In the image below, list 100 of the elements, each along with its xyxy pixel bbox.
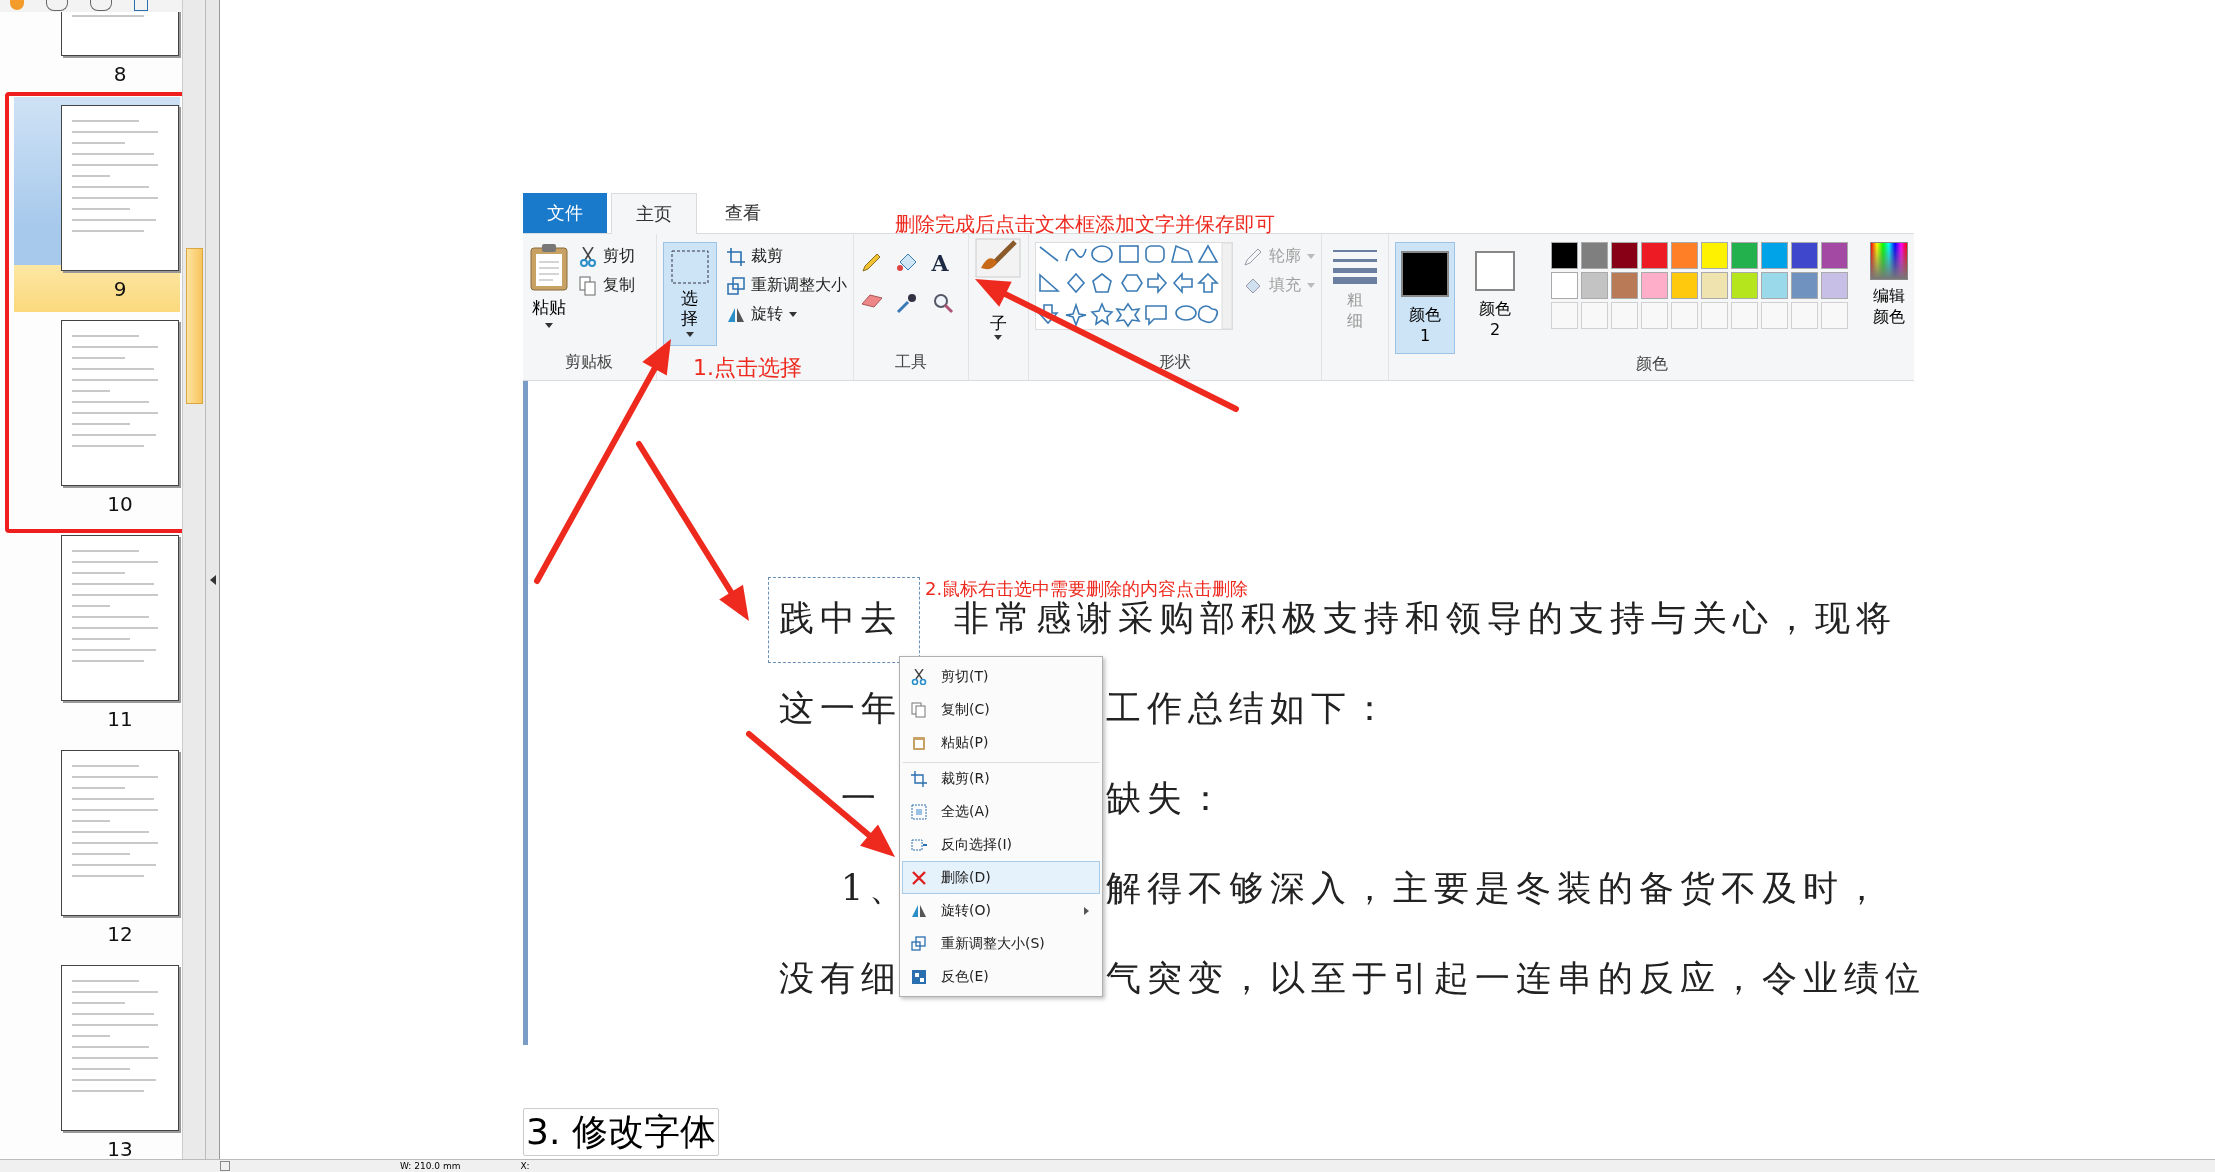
- empty-swatch[interactable]: [1701, 302, 1728, 329]
- page-number: 10: [107, 492, 133, 516]
- select-all-icon: [911, 803, 927, 820]
- group-label: 颜色: [1634, 354, 1669, 375]
- annotation-text: 1.点击选择: [693, 354, 802, 382]
- line-weights-icon: [1333, 248, 1378, 284]
- caret-icon: [545, 323, 553, 328]
- brush-icon: [975, 238, 1022, 278]
- empty-swatch[interactable]: [1611, 302, 1638, 329]
- palette-swatch[interactable]: [1791, 272, 1818, 299]
- menu-item[interactable]: 裁剪(R): [902, 762, 1100, 795]
- palette-swatch[interactable]: [1821, 272, 1848, 299]
- menu-item[interactable]: 反色(E): [902, 960, 1100, 993]
- page-number: 11: [107, 707, 133, 731]
- annotation-text: 2.鼠标右击选中需要删除的内容点击删除: [925, 577, 1249, 600]
- palette-swatch[interactable]: [1551, 242, 1578, 269]
- crop-icon: [726, 247, 745, 266]
- palette-swatch[interactable]: [1641, 242, 1668, 269]
- scissors-icon: [579, 246, 597, 267]
- page-number: 9: [113, 277, 127, 301]
- edit-colors-button[interactable]: 编辑颜色: [1870, 242, 1908, 354]
- sun-icon[interactable]: [10, 0, 24, 10]
- cursor-x-text: X:: [520, 1161, 530, 1171]
- caret-icon: [788, 312, 797, 317]
- scissors-icon: [911, 668, 927, 685]
- copy-button[interactable]: 复制: [579, 275, 635, 296]
- menu-item[interactable]: 粘贴(P): [902, 726, 1100, 759]
- color-slot-button[interactable]: 颜色 1: [1395, 242, 1455, 354]
- empty-swatch[interactable]: [1551, 302, 1578, 329]
- document-text: 工作总结如下：: [1106, 687, 1393, 730]
- palette-swatch[interactable]: [1611, 272, 1638, 299]
- palette-swatch[interactable]: [1581, 242, 1608, 269]
- palette-swatch[interactable]: [1641, 272, 1668, 299]
- empty-swatch[interactable]: [1671, 302, 1698, 329]
- palette-swatch[interactable]: [1761, 272, 1788, 299]
- thumbnail-item[interactable]: 12: [14, 742, 180, 957]
- magnifier-icon[interactable]: [931, 292, 954, 314]
- cut-button[interactable]: 剪切: [579, 246, 635, 267]
- page-number: 13: [107, 1137, 133, 1159]
- document-text: 一: [840, 777, 882, 820]
- crop-button[interactable]: 裁剪: [726, 246, 847, 267]
- document-text: 非常感谢采购部积极支持和领导的支持与关心，现将: [954, 598, 1897, 640]
- dashed-rectangle-icon: [669, 249, 710, 285]
- palette-swatch[interactable]: [1611, 242, 1638, 269]
- empty-swatch[interactable]: [1731, 302, 1758, 329]
- thumbnail-item[interactable]: 8: [14, 12, 180, 97]
- menu-item[interactable]: 全选(A): [902, 795, 1100, 828]
- thumbnail-item[interactable]: 9: [14, 97, 180, 312]
- copy-icon: [911, 701, 927, 718]
- palette-swatch[interactable]: [1761, 242, 1788, 269]
- palette-swatch[interactable]: [1791, 242, 1818, 269]
- menu-item[interactable]: 复制(C): [902, 693, 1100, 726]
- palette-swatch[interactable]: [1671, 272, 1698, 299]
- empty-swatch[interactable]: [1641, 302, 1668, 329]
- palette-swatch[interactable]: [1581, 272, 1608, 299]
- palette-swatch[interactable]: [1701, 272, 1728, 299]
- menu-item[interactable]: 剪切(T): [902, 660, 1100, 693]
- paste-button[interactable]: 粘贴: [529, 242, 569, 352]
- palette-swatch[interactable]: [1671, 242, 1698, 269]
- scrollbar[interactable]: [182, 0, 205, 1159]
- color-picker-icon[interactable]: [895, 292, 918, 314]
- empty-swatch[interactable]: [1791, 302, 1818, 329]
- ribbon-tab[interactable]: 查看: [701, 193, 785, 233]
- palette-swatch[interactable]: [1701, 242, 1728, 269]
- dashed-rectangle-icon: [911, 836, 927, 853]
- page-number: 12: [107, 922, 133, 946]
- empty-swatch[interactable]: [1821, 302, 1848, 329]
- eraser-icon[interactable]: [859, 292, 884, 310]
- page-icon[interactable]: [134, 0, 148, 11]
- menu-item[interactable]: 反向选择(I): [902, 828, 1100, 861]
- color-slot-button[interactable]: 颜色 2: [1465, 242, 1525, 354]
- palette-swatch[interactable]: [1821, 242, 1848, 269]
- page-width-text: W: 210.0 mm: [400, 1161, 461, 1171]
- text-tool-button[interactable]: A: [931, 252, 962, 274]
- resize-button[interactable]: 重新调整大小: [726, 275, 847, 296]
- menu-item[interactable]: 重新调整大小(S): [902, 927, 1100, 960]
- empty-swatch[interactable]: [1761, 302, 1788, 329]
- page-number: 8: [113, 62, 127, 86]
- spectrum-icon: [1870, 242, 1908, 280]
- thumbnail-item[interactable]: 11: [14, 527, 180, 742]
- thumbnail-item[interactable]: 13: [14, 957, 180, 1159]
- rotate-button[interactable]: 旋转: [726, 304, 847, 325]
- crop-icon: [911, 770, 927, 787]
- palette-swatch[interactable]: [1551, 272, 1578, 299]
- pencil-icon[interactable]: [859, 252, 882, 274]
- group-label: 形状: [1158, 352, 1193, 373]
- empty-swatch[interactable]: [1581, 302, 1608, 329]
- document-text: 这一年: [779, 687, 902, 730]
- group-label: 工具: [893, 352, 928, 373]
- select-button[interactable]: 选择: [662, 242, 717, 346]
- thumbnail-item[interactable]: 10: [14, 312, 180, 527]
- palette-swatch[interactable]: [1731, 242, 1758, 269]
- shapes-gallery-drawing[interactable]: [1035, 242, 1234, 330]
- caret-icon: [1307, 283, 1316, 288]
- palette-swatch[interactable]: [1731, 272, 1758, 299]
- x-icon: [911, 869, 927, 886]
- ribbon-tab[interactable]: 主页: [611, 193, 697, 234]
- ribbon-tab[interactable]: 文件: [523, 193, 607, 233]
- collapse-arrow-icon[interactable]: [209, 574, 216, 585]
- menu-item[interactable]: 删除(D): [902, 861, 1100, 894]
